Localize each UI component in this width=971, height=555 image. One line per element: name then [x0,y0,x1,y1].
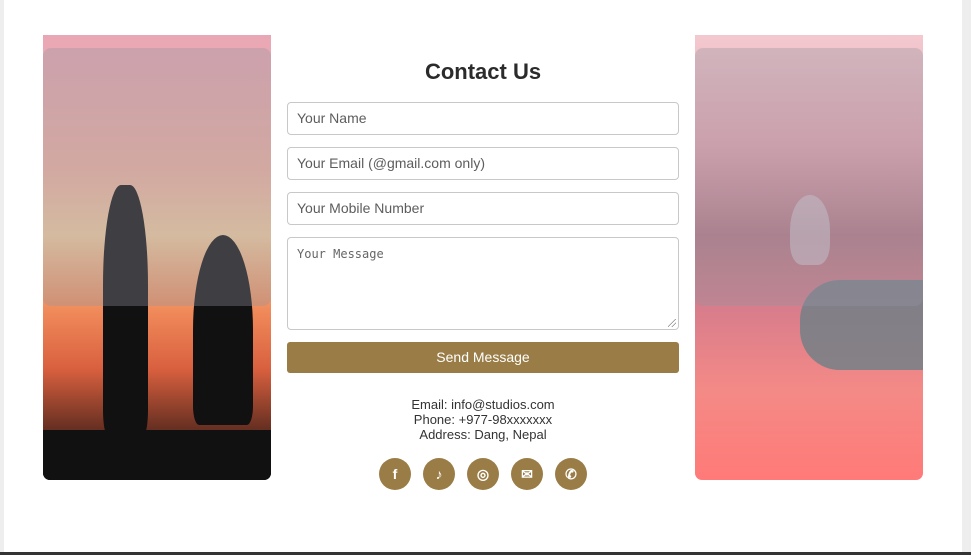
email-icon[interactable]: ✉ [511,458,543,490]
right-decorative-image [695,35,923,480]
contact-form: Contact Us Your Name Your Email (@gmail.… [287,56,679,490]
send-message-button[interactable]: Send Message [287,342,679,373]
message-textarea[interactable]: Your Message [287,237,679,330]
image-overlay [695,48,923,306]
email-input[interactable]: Your Email (@gmail.com only) [287,147,679,180]
email-placeholder: Your Email (@gmail.com only) [297,155,485,171]
tiktok-icon[interactable]: ♪ [423,458,455,490]
resize-handle-icon[interactable] [668,319,676,327]
whatsapp-icon[interactable]: ✆ [555,458,587,490]
left-decorative-image [43,35,271,480]
name-placeholder: Your Name [297,110,367,126]
image-overlay [43,48,271,306]
page-title: Contact Us [424,59,542,84]
contact-info: Email: info@studios.com Phone: +977-98xx… [287,397,679,442]
grass-ground [43,430,271,480]
contact-phone: Phone: +977-98xxxxxxx [413,412,553,427]
contact-email: Email: info@studios.com [411,397,555,412]
mobile-input[interactable]: Your Mobile Number [287,192,679,225]
facebook-icon[interactable]: f [379,458,411,490]
message-placeholder: Your Message [297,247,384,261]
name-input[interactable]: Your Name [287,102,679,135]
instagram-icon[interactable]: ◎ [467,458,499,490]
social-links: f ♪ ◎ ✉ ✆ [379,458,587,490]
contact-address: Address: Dang, Nepal [419,427,547,442]
mobile-placeholder: Your Mobile Number [297,200,425,216]
